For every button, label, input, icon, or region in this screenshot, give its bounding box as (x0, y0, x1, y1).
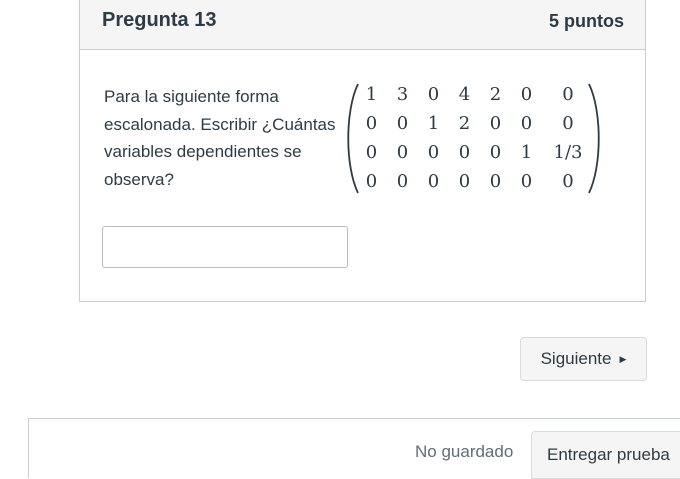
play-right-icon: ▶ (619, 354, 627, 364)
matrix-cell: 0 (458, 171, 471, 192)
matrix-cell: 0 (520, 84, 533, 105)
submit-quiz-button[interactable]: Entregar prueba (531, 431, 680, 479)
question-points: 5 puntos (549, 11, 624, 31)
matrix-cell: 0 (489, 113, 502, 134)
matrix-cell: 0 (365, 113, 378, 134)
matrix-cell: 2 (458, 113, 471, 134)
matrix-cell: 0 (365, 142, 378, 163)
matrix-cell: 0 (427, 142, 440, 163)
matrix-cell: 0 (365, 171, 378, 192)
matrix-cell: 0 (562, 84, 574, 105)
matrix-cell: 0 (396, 113, 409, 134)
matrix-cell: 3 (396, 84, 409, 105)
question-text: Para la siguiente forma escalonada. Escr… (104, 87, 336, 189)
matrix-cell: 0 (520, 113, 533, 134)
question-title: Pregunta 13 (102, 9, 217, 31)
matrix-cell: 1/3 (553, 142, 583, 163)
matrix-cell: 1 (427, 113, 440, 134)
answer-input[interactable] (102, 226, 348, 268)
question-card: Pregunta 13 5 puntos Para la siguiente f… (79, 0, 646, 302)
matrix-cell: 0 (396, 142, 409, 163)
matrix-cell: 0 (562, 113, 574, 134)
matrix-cell: 4 (458, 84, 471, 105)
matrix-cell: 0 (396, 171, 409, 192)
matrix-cell: 0 (427, 171, 440, 192)
next-button[interactable]: Siguiente ▶ (520, 337, 647, 381)
question-header: Pregunta 13 5 puntos (80, 0, 645, 50)
matrix-cell: 2 (489, 84, 502, 105)
matrix-cell: 0 (489, 142, 502, 163)
matrix-cell: 1 (365, 84, 378, 105)
matrix-cell: 1 (520, 142, 533, 163)
matrix-cell: 0 (427, 84, 440, 105)
footer-bar: No guardado Entregar prueba (28, 418, 680, 479)
matrix: 1 3 0 4 2 0 0 0 0 1 2 0 0 0 0 0 0 0 0 1 1/3 0 0 0 0 0 0 0 (346, 81, 602, 196)
matrix-cell: 0 (489, 171, 502, 192)
matrix-cell: 0 (520, 171, 533, 192)
save-status: No guardado (415, 442, 514, 461)
next-button-label: Siguiente (540, 349, 612, 368)
matrix-cell: 0 (458, 142, 471, 163)
matrix-cell: 0 (562, 171, 574, 192)
matrix-grid: 1 3 0 4 2 0 0 0 0 1 2 0 0 0 0 0 0 0 0 1 1/3 0 0 0 0 0 0 0 (356, 83, 594, 199)
